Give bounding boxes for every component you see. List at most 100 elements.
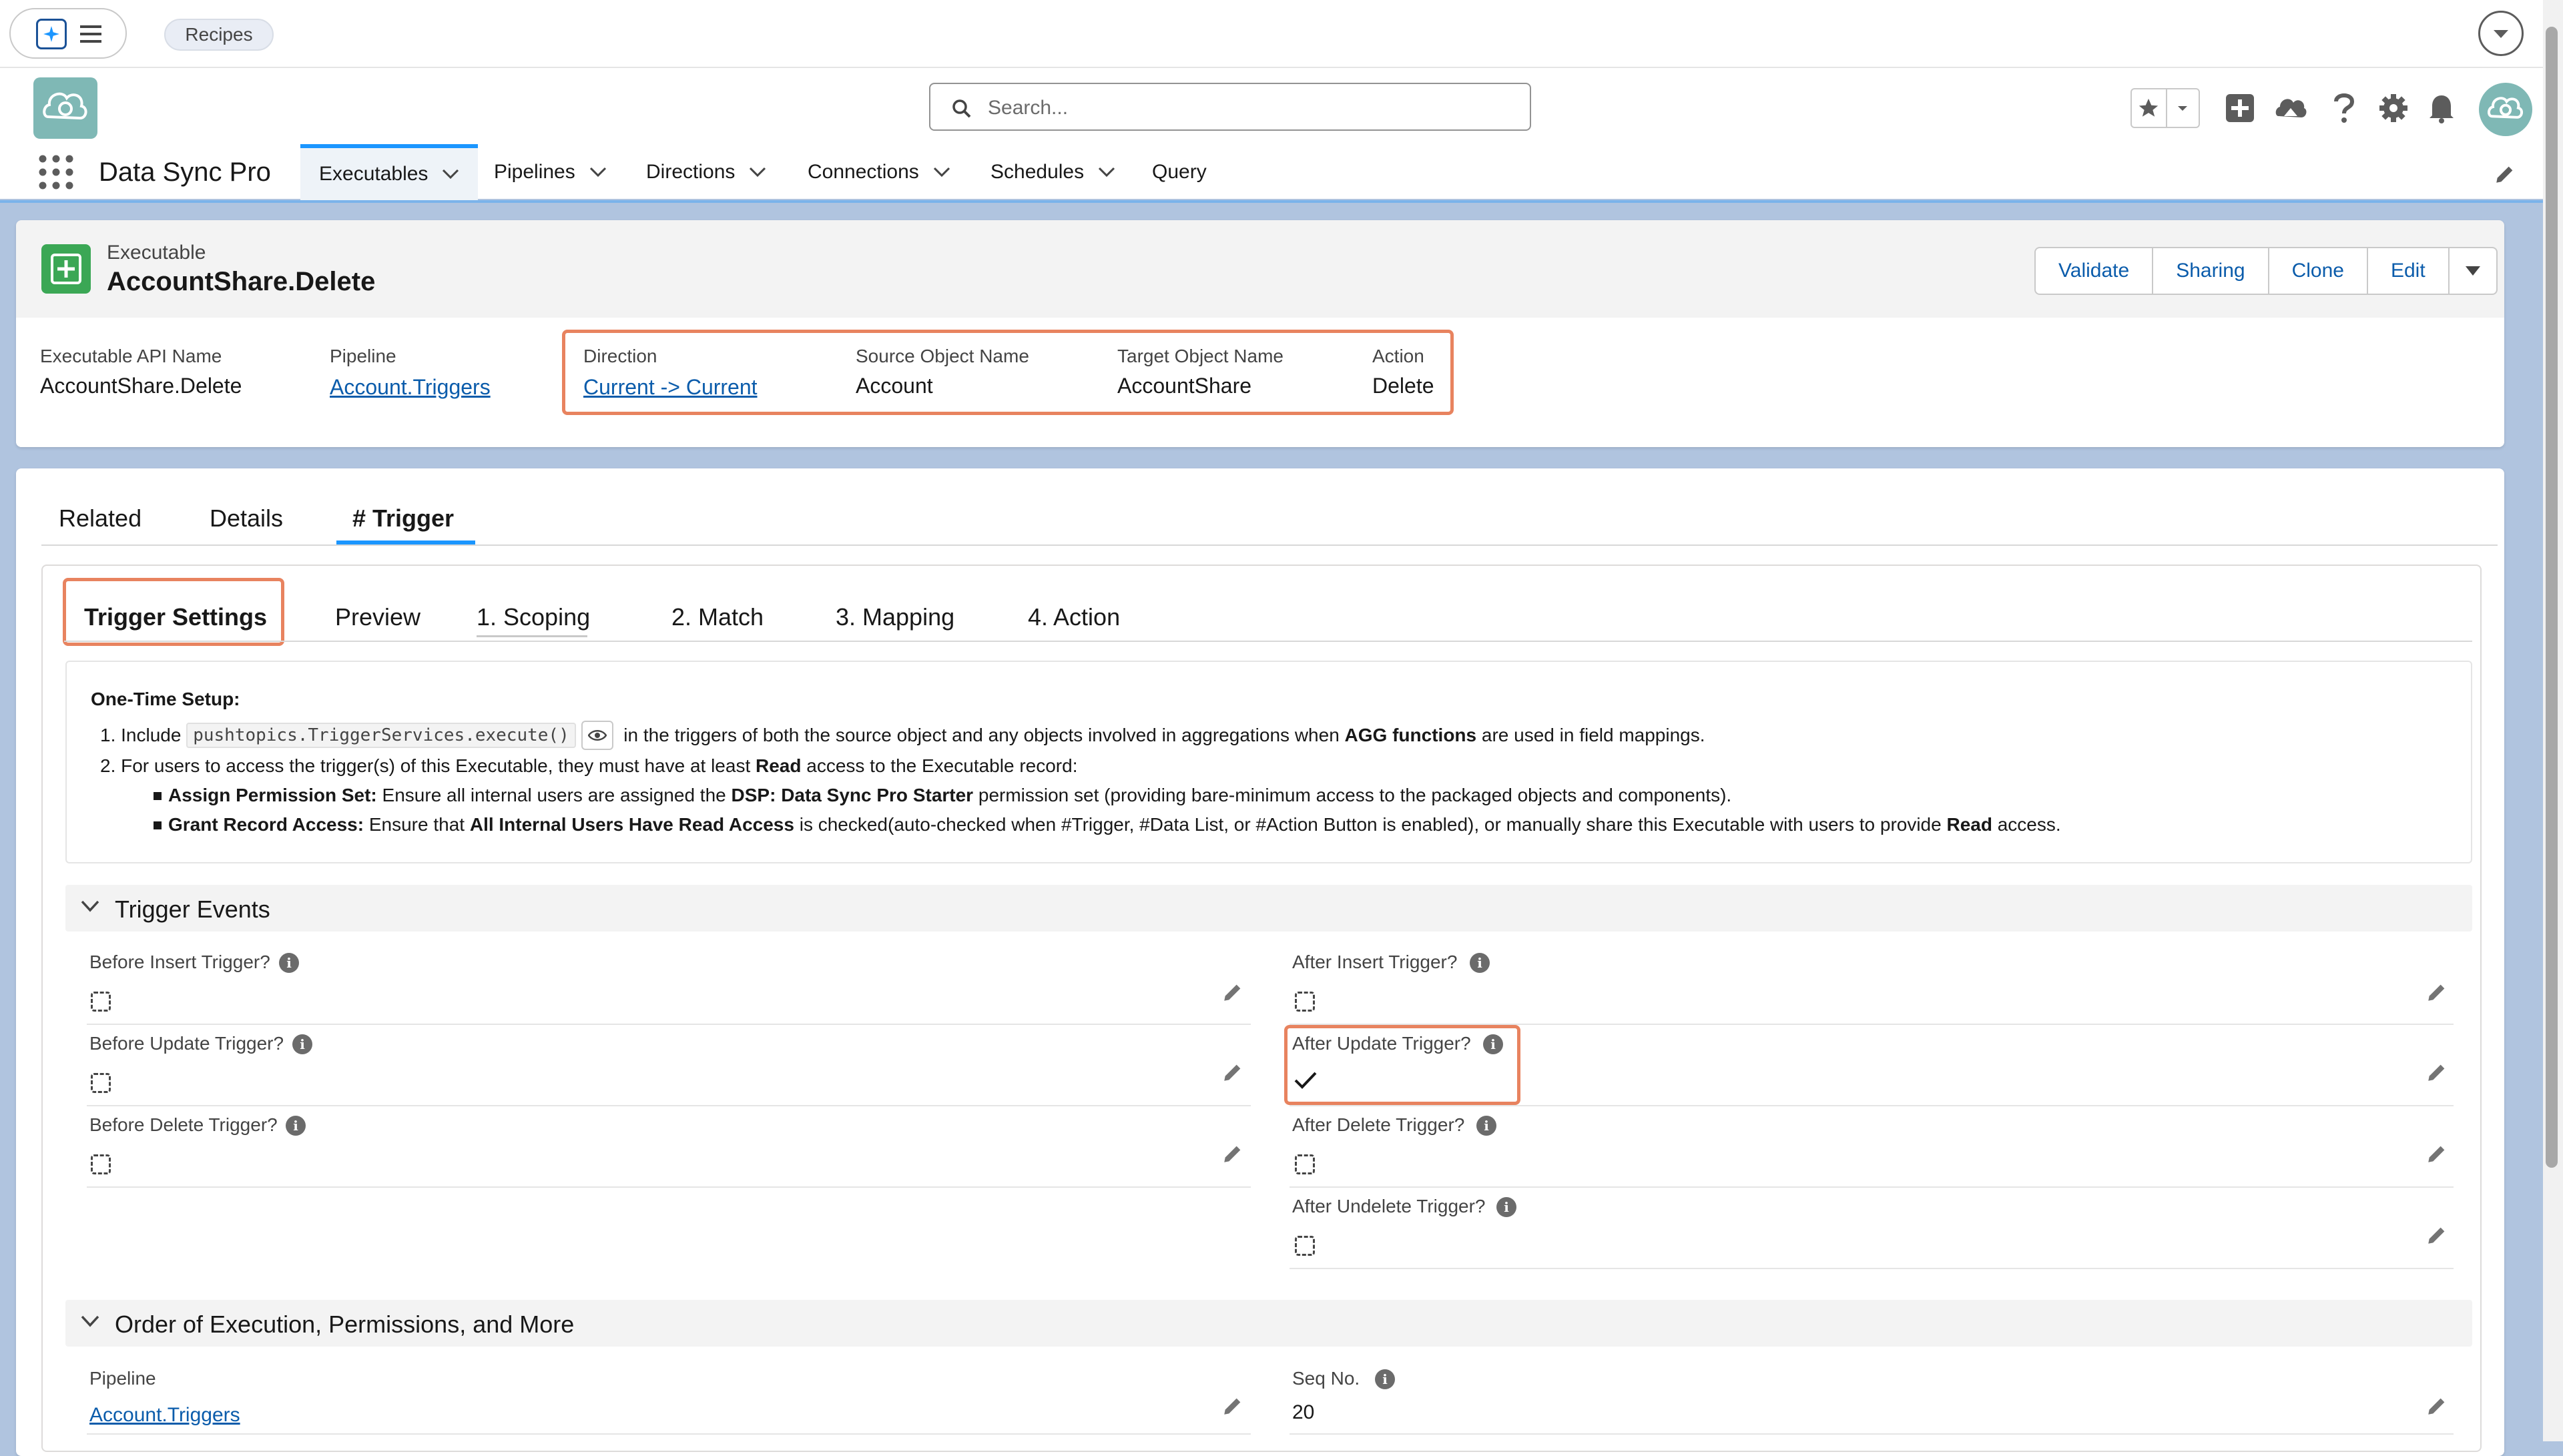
nav-tab-schedules[interactable]: Schedules (990, 144, 1116, 200)
pencil-icon[interactable] (1221, 981, 1244, 1004)
nav-tab-pipelines[interactable]: Pipelines (494, 144, 607, 200)
before-insert-label: Before Insert Trigger? (89, 952, 270, 972)
subtab-scoping[interactable]: 1. Scoping (477, 603, 590, 631)
org-logo[interactable] (33, 77, 97, 139)
chevron-down-icon[interactable] (1097, 166, 1116, 178)
clone-button[interactable]: Clone (2267, 247, 2368, 295)
scrollbar-thumb[interactable] (2546, 27, 2558, 1168)
pencil-icon[interactable] (1221, 1395, 1244, 1417)
recipes-chip[interactable]: Recipes (164, 19, 274, 51)
after-undelete-label: After Undelete Trigger? (1292, 1196, 1486, 1216)
bullet-2-text: Ensure that (368, 814, 465, 835)
setup-step-2-bold: Read (756, 755, 802, 776)
nav-tab-label: Executables (319, 163, 429, 185)
eye-icon[interactable] (581, 721, 613, 750)
info-icon[interactable]: i (1476, 1116, 1496, 1136)
bullet-2-end: access. (1997, 814, 2061, 835)
nav-tab-directions[interactable]: Directions (646, 144, 767, 200)
chevron-down-icon[interactable] (80, 1315, 100, 1328)
chevron-down-icon[interactable] (80, 899, 100, 913)
setup-bullet-permission-set: Assign Permission Set: Ensure all intern… (168, 785, 1731, 806)
field-value-source-object: Account (856, 374, 933, 398)
app-launcher-icon[interactable] (36, 19, 67, 49)
tabs-divider (41, 544, 2498, 546)
after-update-label: After Update Trigger? (1292, 1033, 1471, 1054)
info-icon[interactable]: i (292, 1034, 312, 1054)
bullet-1-end: permission set (providing bare-minimum a… (978, 785, 1732, 805)
chevron-down-icon[interactable] (932, 166, 951, 178)
search-icon (952, 99, 972, 119)
user-avatar[interactable] (2479, 83, 2532, 136)
nav-tab-label: Schedules (990, 161, 1085, 183)
pencil-icon[interactable] (2426, 1142, 2448, 1165)
nav-tab-connections[interactable]: Connections (808, 144, 951, 200)
nav-tab-label: Query (1152, 161, 1207, 183)
info-icon[interactable]: i (286, 1116, 306, 1136)
info-icon[interactable]: i (1483, 1034, 1503, 1054)
search-input[interactable] (986, 91, 1510, 125)
setup-step-2-end: access to the Executable record: (806, 755, 1078, 776)
record-title: AccountShare.Delete (107, 267, 376, 296)
field-value-api-name: AccountShare.Delete (40, 374, 242, 398)
info-icon[interactable]: i (279, 953, 299, 973)
favorites-button[interactable] (2130, 88, 2200, 128)
nav-tab-executables[interactable]: Executables (300, 144, 478, 200)
favorites-menu-chevron-icon[interactable] (2167, 89, 2199, 127)
subtab-mapping[interactable]: 3. Mapping (836, 603, 954, 631)
setup-step-1: 1. Include pushtopics.TriggerServices.ex… (100, 721, 1705, 750)
after-insert-checkbox (1295, 992, 1315, 1012)
pencil-icon[interactable] (1221, 1061, 1244, 1084)
chevron-down-icon[interactable] (2478, 11, 2524, 56)
pencil-icon[interactable] (2426, 1224, 2448, 1246)
nav-tab-label: Directions (646, 161, 736, 183)
field-divider (87, 1433, 1251, 1435)
bullet-2-bold: Grant Record Access: (168, 814, 364, 835)
bullet-1-text: Ensure all internal users are assigned t… (382, 785, 726, 805)
favorites-star-icon[interactable] (2132, 89, 2167, 127)
subtab-action[interactable]: 4. Action (1028, 603, 1120, 631)
menu-icon[interactable] (80, 24, 101, 44)
add-icon[interactable] (2221, 89, 2259, 127)
waffle-icon[interactable] (39, 155, 73, 190)
tab-related[interactable]: Related (59, 504, 141, 532)
setup-step-1-mid: in the triggers of both the source objec… (623, 725, 1340, 745)
pipeline-link[interactable]: Account.Triggers (330, 375, 491, 400)
nav-tab-query[interactable]: Query (1152, 144, 1207, 200)
global-search[interactable] (929, 83, 1531, 131)
edit-button[interactable]: Edit (2366, 247, 2450, 295)
order-pipeline-link[interactable]: Account.Triggers (89, 1404, 240, 1427)
info-icon[interactable]: i (1470, 953, 1490, 973)
subtab-preview[interactable]: Preview (335, 603, 420, 631)
validate-button[interactable]: Validate (2034, 247, 2154, 295)
chevron-down-icon[interactable] (589, 166, 607, 178)
setup-gear-icon[interactable] (2375, 89, 2412, 127)
edit-nav-pencil-icon[interactable] (2494, 163, 2516, 186)
field-label-source-object: Source Object Name (856, 346, 1029, 366)
field-divider (1290, 1268, 2454, 1269)
subtab-match[interactable]: 2. Match (671, 603, 764, 631)
more-actions-button[interactable] (2448, 247, 2498, 295)
tab-trigger[interactable]: # Trigger (352, 504, 454, 532)
sharing-button[interactable]: Sharing (2152, 247, 2269, 295)
setup-step-2-prefix: 2. For users to access the trigger(s) of… (100, 755, 751, 776)
chevron-down-icon[interactable] (441, 168, 460, 180)
pencil-icon[interactable] (1221, 1142, 1244, 1165)
direction-link[interactable]: Current -> Current (583, 375, 758, 400)
order-pipeline-label: Pipeline (89, 1368, 156, 1389)
subtab-trigger-settings[interactable]: Trigger Settings (84, 603, 267, 631)
pencil-icon[interactable] (2426, 981, 2448, 1004)
app-launcher-pill[interactable] (9, 8, 127, 59)
setup-step-1-bold: AGG functions (1344, 725, 1477, 745)
info-icon[interactable]: i (1496, 1197, 1516, 1217)
pencil-icon[interactable] (2426, 1395, 2448, 1417)
pencil-icon[interactable] (2426, 1061, 2448, 1084)
before-update-label: Before Update Trigger? (89, 1033, 284, 1054)
notification-bell-icon[interactable] (2423, 89, 2460, 127)
info-icon[interactable]: i (1375, 1369, 1395, 1389)
field-label-pipeline: Pipeline (330, 346, 396, 366)
chevron-down-icon[interactable] (748, 166, 767, 178)
tab-details[interactable]: Details (210, 504, 283, 532)
help-icon[interactable] (2325, 89, 2363, 127)
trailhead-icon[interactable] (2272, 89, 2309, 127)
trigger-events-section-header[interactable] (65, 885, 2472, 932)
